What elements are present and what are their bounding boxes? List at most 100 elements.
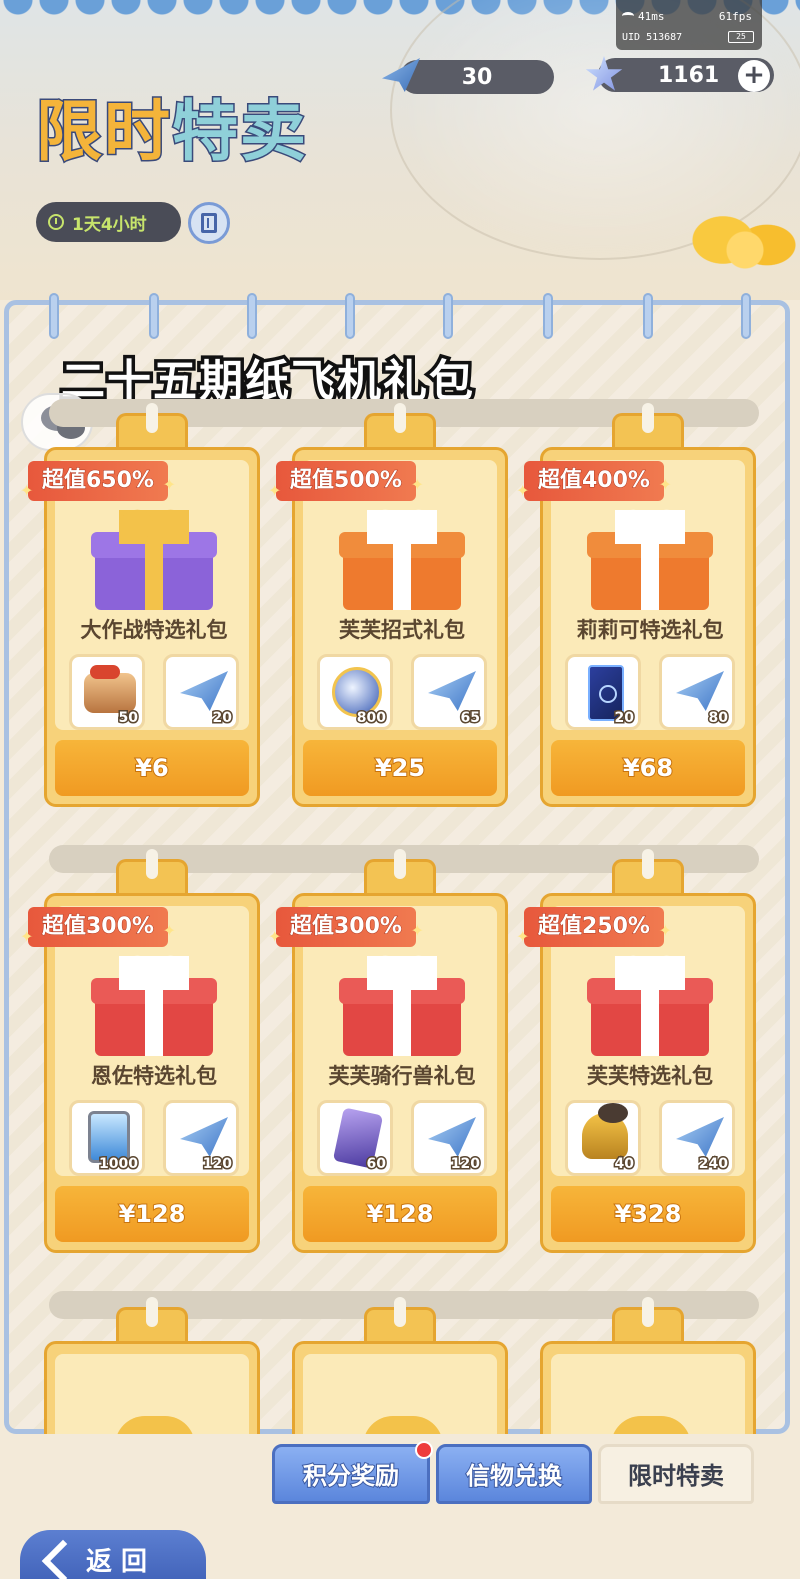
gift-box-icon [587, 510, 713, 610]
log-icon [84, 665, 136, 713]
card-clip [146, 403, 158, 433]
reward-slot[interactable]: 40 [565, 1100, 641, 1176]
tab-label: 限时特卖 [628, 1462, 724, 1490]
card-clip [146, 849, 158, 879]
reward-slot[interactable]: 120 [163, 1100, 239, 1176]
gift-card[interactable]: 莉莉可特选礼包 20 80 ¥68 超值400% [516, 403, 756, 807]
value-badge: 超值300% [20, 907, 176, 957]
reward-count: 240 [697, 1155, 729, 1174]
clock-icon [48, 214, 64, 230]
buy-button[interactable]: ¥128 [55, 1186, 249, 1242]
star-currency-value: 1161 [658, 62, 720, 88]
gift-card[interactable]: 芙芙招式礼包 800 65 ¥25 超值500% [268, 403, 508, 807]
reward-slot[interactable]: 1000 [69, 1100, 145, 1176]
reward-slot[interactable]: 60 [317, 1100, 393, 1176]
rules-button[interactable] [188, 202, 230, 244]
reward-slot[interactable]: 240 [659, 1100, 735, 1176]
reward-slot[interactable]: 20 [565, 654, 641, 730]
value-badge: 超值500% [268, 461, 424, 511]
back-button[interactable]: 返 回 [20, 1530, 206, 1579]
gift-box-icon [587, 956, 713, 1056]
reward-slot[interactable]: 800 [317, 654, 393, 730]
gift-card-partial[interactable] [44, 1297, 260, 1441]
gift-card[interactable]: 恩佐特选礼包 1000 120 ¥128 超值300% [20, 849, 260, 1253]
buy-button[interactable]: ¥68 [551, 740, 745, 796]
card-body: 恩佐特选礼包 1000 120 ¥128 [44, 893, 260, 1253]
reward-slot[interactable]: 50 [69, 654, 145, 730]
ping-text: 41ms [638, 10, 665, 23]
card-clip [394, 403, 406, 433]
gift-pack-panel: 二十五期纸飞机礼包 大作战特选礼包 50 20 ¥6 ✦ 超值650% ✦ 芙芙… [4, 293, 790, 1441]
plane-currency-counter: 30 [400, 60, 554, 94]
debug-status-overlay: 41ms 61fps UID 513687 25 [616, 0, 762, 50]
reward-slot[interactable]: 80 [659, 654, 735, 730]
title-part-2: 特卖 [171, 92, 308, 172]
buy-button[interactable]: ¥25 [303, 740, 497, 796]
reward-slot[interactable]: 120 [411, 1100, 487, 1176]
add-currency-button[interactable]: + [738, 60, 770, 92]
book-icon [201, 213, 217, 233]
pack-name: 芙芙特选礼包 [587, 1064, 713, 1088]
reward-count: 50 [117, 709, 140, 728]
reward-count: 800 [355, 709, 387, 728]
tab-points-reward[interactable]: 积分奖励 [272, 1441, 433, 1504]
buy-button[interactable]: ¥6 [55, 740, 249, 796]
gift-box-icon [339, 510, 465, 610]
card-clip [394, 849, 406, 879]
buy-button[interactable]: ¥328 [551, 1186, 745, 1242]
card-body: 芙芙招式礼包 800 65 ¥25 [292, 447, 508, 807]
tab-limited-sale[interactable]: 限时特卖 [598, 1444, 754, 1504]
plane-icon [180, 1117, 228, 1157]
pack-name: 芙芙招式礼包 [339, 618, 465, 642]
value-badge: 超值400% [516, 461, 672, 511]
notification-dot [415, 1441, 433, 1459]
card-clip [642, 403, 654, 433]
gift-box-icon [91, 510, 217, 610]
wifi-icon [622, 12, 634, 20]
fps-text: 61fps [718, 10, 752, 23]
card-body: 芙芙特选礼包 40 240 ¥328 [540, 893, 756, 1253]
pack-name: 恩佐特选礼包 [91, 1064, 217, 1088]
header-banner: 41ms 61fps UID 513687 25 限时特卖 1天4小时 30 1… [0, 0, 800, 300]
battery-icon: 25 [728, 31, 754, 43]
reward-count: 65 [459, 709, 482, 728]
reward-count: 1000 [98, 1155, 140, 1174]
reward-count: 80 [707, 709, 730, 728]
reward-count: 60 [365, 1155, 388, 1174]
value-badge: 超值250% [516, 907, 672, 957]
buy-button[interactable]: ¥128 [303, 1186, 497, 1242]
page-title: 限时特卖 [35, 78, 308, 174]
gift-box-icon [339, 956, 465, 1056]
tab-label: 积分奖励 [302, 1461, 400, 1491]
gift-card[interactable]: 芙芙骑行兽礼包 60 120 ¥128 超值300% [268, 849, 508, 1253]
countdown-timer: 1天4小时 [36, 202, 181, 242]
gift-box-icon [91, 956, 217, 1056]
gift-card-partial[interactable] [540, 1297, 756, 1441]
plane-icon [676, 671, 724, 711]
uid-text: UID 513687 [622, 32, 683, 43]
title-part-1: 限时 [35, 92, 172, 172]
flower-icon [690, 200, 800, 300]
back-arrow-icon [41, 1539, 85, 1579]
card-body: 芙芙骑行兽礼包 60 120 ¥128 [292, 893, 508, 1253]
timer-text: 1天4小时 [72, 214, 147, 235]
pack-name: 莉莉可特选礼包 [576, 618, 724, 642]
reward-count: 20 [613, 709, 636, 728]
reward-count: 120 [201, 1155, 233, 1174]
gift-card[interactable]: 芙芙特选礼包 40 240 ¥328 超值250% [516, 849, 756, 1253]
reward-slot[interactable]: 20 [163, 654, 239, 730]
plane-icon [180, 671, 228, 711]
plane-icon [676, 1117, 724, 1157]
card-clip [642, 849, 654, 879]
tab-token-exchange[interactable]: 信物兑换 [436, 1444, 592, 1504]
back-label: 返 回 [86, 1547, 148, 1577]
pack-name: 芙芙骑行兽礼包 [328, 1064, 476, 1088]
card-body: 莉莉可特选礼包 20 80 ¥68 [540, 447, 756, 807]
plane-icon [428, 1117, 476, 1157]
reward-slot[interactable]: 65 [411, 654, 487, 730]
bell-icon [582, 1103, 628, 1159]
reward-count: 120 [449, 1155, 481, 1174]
gift-card[interactable]: 大作战特选礼包 50 20 ¥6 超值650% [20, 403, 260, 807]
plane-icon [428, 671, 476, 711]
gift-card-partial[interactable] [292, 1297, 508, 1441]
